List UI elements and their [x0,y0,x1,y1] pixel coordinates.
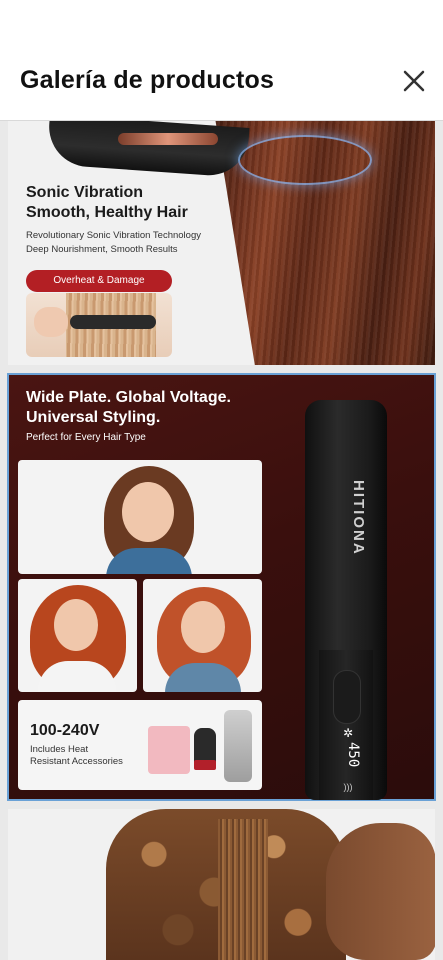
model-photo-redhead-2 [143,579,262,692]
card2-headline-line1: Wide Plate. Global Voltage. [26,389,231,406]
straightener-image [46,121,250,178]
card1-subtext: Revolutionary Sonic Vibration Technology… [26,229,201,257]
model-face [54,599,98,651]
overheat-badge: Overheat & Damage [26,270,172,292]
accessories-line1: Includes Heat [30,744,89,755]
model-photo-redhead-1 [18,579,137,692]
storage-pouch-image [224,710,252,782]
model-face [326,823,435,960]
temperature-display: 450 [345,742,361,768]
thumbnail-hand [34,307,68,337]
close-icon[interactable] [401,68,427,94]
product-gallery: Sonic Vibration Smooth, Healthy Hair Rev… [0,121,443,960]
model-face [122,482,174,542]
heat-mat-image [148,726,190,774]
card1-headline: Sonic Vibration Smooth, Healthy Hair [26,183,188,223]
model-photo-brunette [18,460,262,574]
gallery-image-3[interactable] [8,809,435,960]
heating-plate [118,133,218,145]
card1-sub-line1: Revolutionary Sonic Vibration Technology [26,230,201,241]
brand-logo: HITIONA [350,480,367,556]
card1-sub-line2: Deep Nourishment, Smooth Results [26,244,178,255]
glove-cuff [194,760,216,770]
voltage-label: 100-240V [30,722,100,739]
model-face [181,601,225,653]
card2-headline-line2: Universal Styling. [26,409,161,426]
card2-subtext: Perfect for Every Hair Type [26,432,146,443]
power-button-graphic [333,670,361,724]
gallery-image-2-selected[interactable]: Wide Plate. Global Voltage. Universal St… [7,373,436,801]
sonic-wave-graphic [238,135,372,185]
accessories-line2: Resistant Accessories [30,756,123,767]
specs-panel: 100-240V Includes Heat Resistant Accesso… [18,700,262,790]
card1-headline-line2: Smooth, Healthy Hair [26,204,188,221]
accessories-label: Includes Heat Resistant Accessories [30,744,123,768]
card2-headline: Wide Plate. Global Voltage. Universal St… [26,388,231,428]
card1-headline-line1: Sonic Vibration [26,184,144,201]
thumbnail-iron [70,315,156,329]
signal-icon: ))) [343,782,353,792]
straightened-section [218,819,268,960]
gallery-header: Galería de productos [0,0,443,121]
gallery-image-1[interactable]: Sonic Vibration Smooth, Healthy Hair Rev… [8,121,435,365]
comparison-thumbnail [26,293,172,357]
page-title: Galería de productos [20,66,275,94]
snowflake-icon: ✲ [342,726,354,740]
straightener-product-image: HITIONA ✲ 450 ))) [305,400,387,800]
